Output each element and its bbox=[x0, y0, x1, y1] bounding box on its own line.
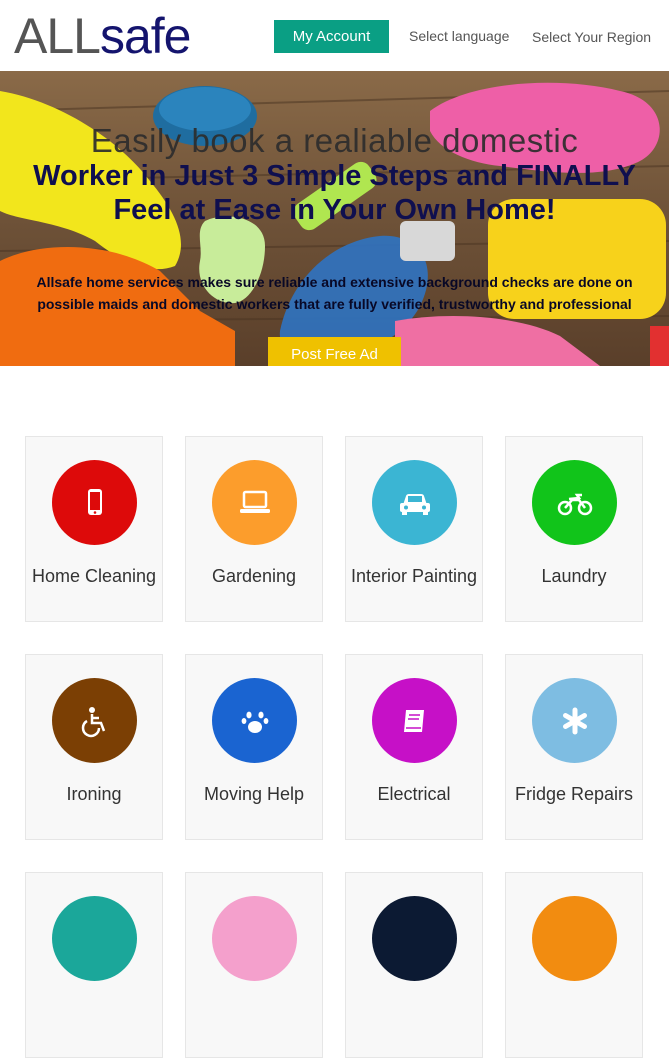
service-card-gardening[interactable]: Gardening bbox=[185, 436, 323, 622]
service-icon-circle bbox=[212, 460, 297, 545]
post-free-ad-button[interactable]: Post Free Ad bbox=[268, 337, 401, 366]
motorcycle-icon bbox=[557, 493, 592, 515]
hero-subtext-line1: Allsafe home services makes sure reliabl… bbox=[36, 274, 633, 290]
service-icon-circle bbox=[372, 460, 457, 545]
select-region-link[interactable]: Select Your Region bbox=[532, 29, 651, 45]
site-header: ALLsafe My Account Select language Selec… bbox=[0, 0, 669, 71]
hero-subtext-line2: possible maids and domestic workers that… bbox=[37, 296, 632, 312]
car-icon bbox=[399, 493, 430, 515]
logo[interactable]: ALLsafe bbox=[14, 8, 192, 64]
service-label: Moving Help bbox=[203, 784, 305, 804]
service-card-partial-2[interactable] bbox=[185, 872, 323, 1058]
service-card-ironing[interactable]: Ironing bbox=[25, 654, 163, 840]
hero-headline-line2: Feel at Ease in Your Own Home! bbox=[113, 194, 556, 226]
service-label: Home Cleaning bbox=[31, 566, 157, 586]
service-icon-circle bbox=[212, 678, 297, 763]
service-label: Electrical bbox=[377, 784, 451, 804]
service-label: Ironing bbox=[66, 784, 122, 804]
logo-text-part2: safe bbox=[99, 8, 192, 64]
service-label: Gardening bbox=[211, 566, 297, 586]
service-card-fridge-repairs[interactable]: Fridge Repairs bbox=[505, 654, 643, 840]
service-label: Laundry bbox=[541, 566, 607, 586]
service-card-partial-4[interactable] bbox=[505, 872, 643, 1058]
service-card-partial-1[interactable] bbox=[25, 872, 163, 1058]
service-icon-circle bbox=[52, 678, 137, 763]
select-language-link[interactable]: Select language bbox=[409, 28, 509, 44]
logo-text-part1: ALL bbox=[14, 8, 101, 64]
service-icon-circle bbox=[52, 460, 137, 545]
my-account-button[interactable]: My Account bbox=[274, 20, 389, 53]
service-card-home-cleaning[interactable]: Home Cleaning bbox=[25, 436, 163, 622]
hero-headline-strong: Worker in Just 3 Simple Steps and FINALL… bbox=[0, 159, 669, 227]
service-card-interior-painting[interactable]: Interior Painting bbox=[345, 436, 483, 622]
hero-subtext: Allsafe home services makes sure reliabl… bbox=[0, 271, 669, 315]
hero-headline-light: Easily book a realiable domestic bbox=[90, 122, 579, 159]
paw-icon bbox=[241, 711, 268, 733]
service-card-partial-3[interactable] bbox=[345, 872, 483, 1058]
hero-banner: Easily book a realiable domestic Worker … bbox=[0, 71, 669, 366]
service-icon-circle bbox=[372, 678, 457, 763]
service-icon-circle bbox=[532, 460, 617, 545]
wheelchair-icon bbox=[81, 706, 105, 737]
service-label: Fridge Repairs bbox=[514, 784, 634, 804]
book-icon bbox=[403, 709, 424, 732]
service-card-moving-help[interactable]: Moving Help bbox=[185, 654, 323, 840]
service-icon-circle bbox=[532, 678, 617, 763]
service-card-laundry[interactable]: Laundry bbox=[505, 436, 643, 622]
asterisk-icon bbox=[562, 707, 587, 734]
service-card-electrical[interactable]: Electrical bbox=[345, 654, 483, 840]
laptop-icon bbox=[239, 490, 270, 513]
service-label: Interior Painting bbox=[350, 566, 478, 586]
hero-headline-line1: Worker in Just 3 Simple Steps and FINALL… bbox=[33, 160, 636, 192]
mobile-phone-icon bbox=[87, 488, 102, 515]
